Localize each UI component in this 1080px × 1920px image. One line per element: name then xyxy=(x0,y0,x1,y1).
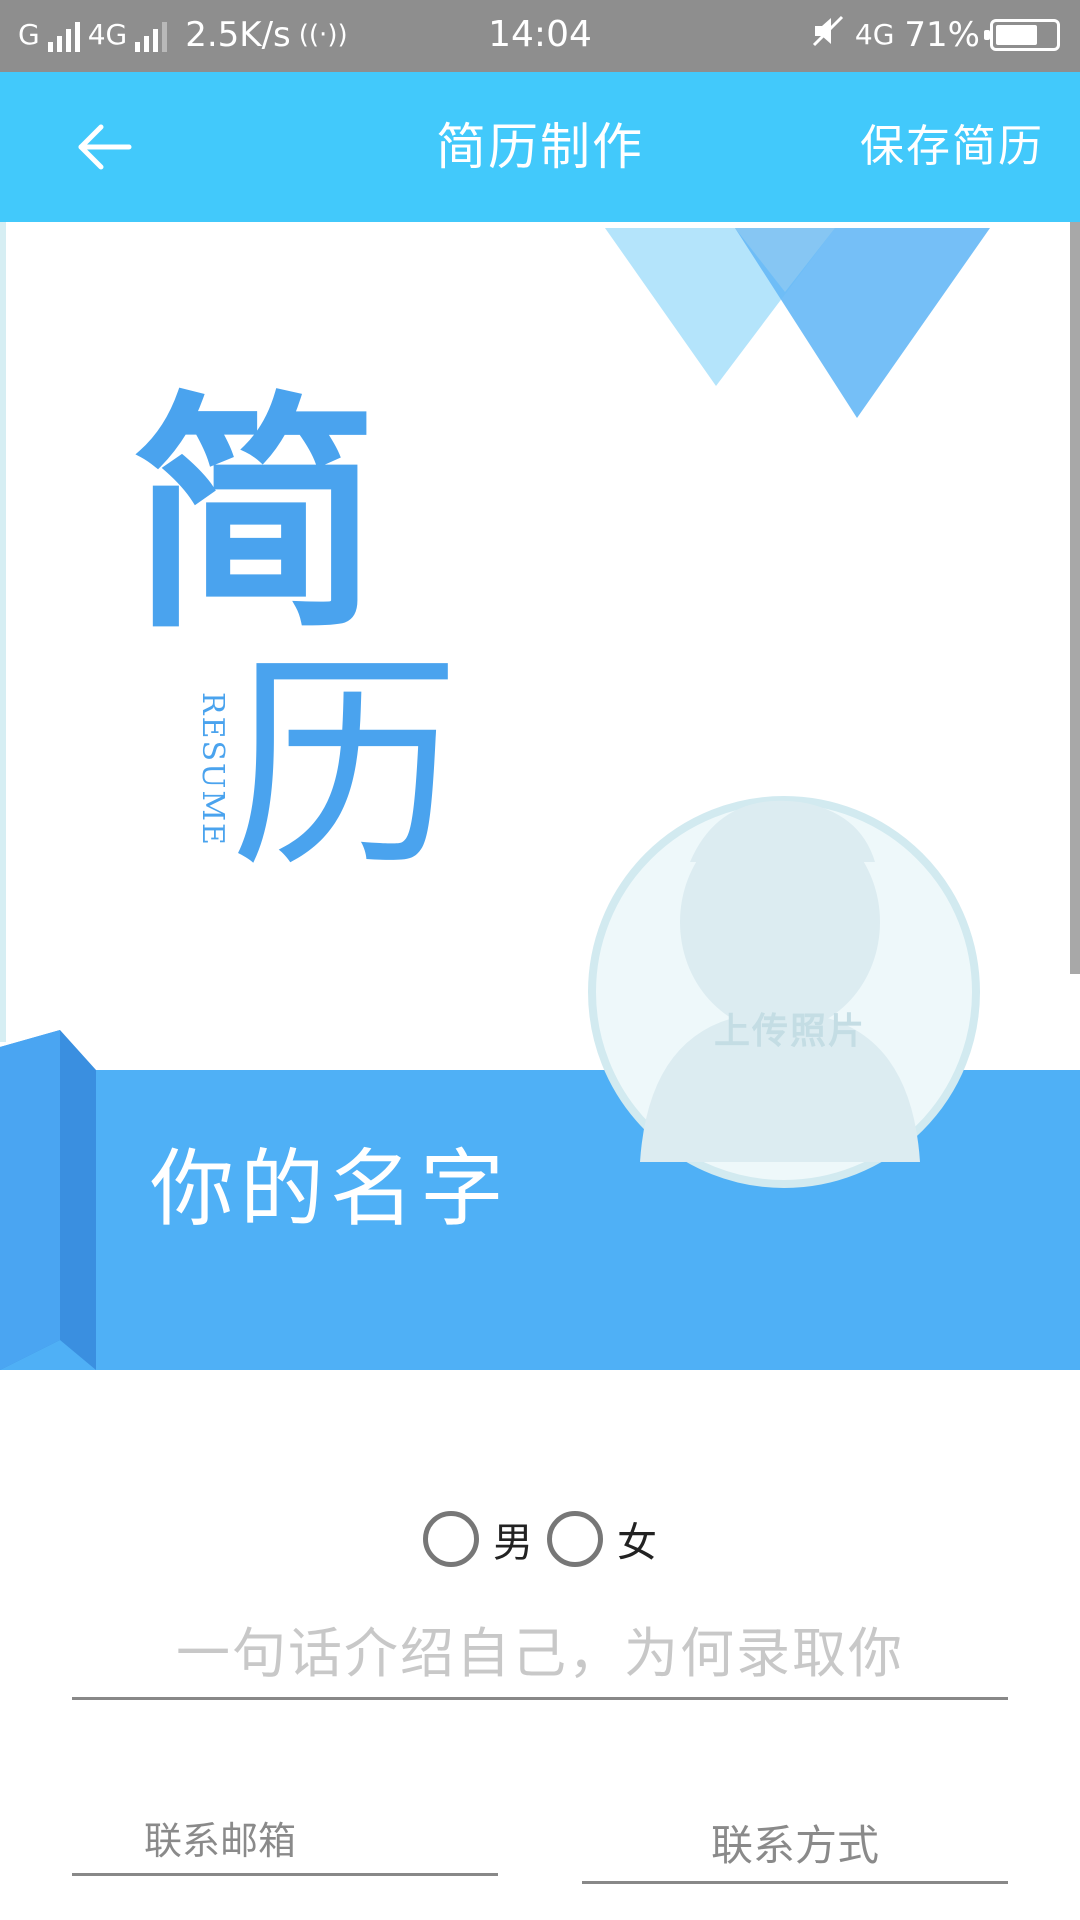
battery-icon xyxy=(984,19,1060,51)
resume-cover: 简 历 RESUME 上传照片 你的名字 xyxy=(0,222,1080,1428)
gender-selector: 男 女 xyxy=(0,1508,1080,1570)
network-type-right: 4G xyxy=(854,18,895,51)
radio-male[interactable] xyxy=(423,1511,479,1567)
scrollbar[interactable] xyxy=(1070,222,1080,974)
resume-word: RESUME xyxy=(195,692,230,847)
battery-percent: 71% xyxy=(904,15,980,55)
gender-label-female: 女 xyxy=(617,1520,657,1566)
left-edge xyxy=(0,222,6,1042)
status-bar: G 4G 2.5K/s ((·)) 14:04 4G 71% xyxy=(0,0,1080,72)
cover-title-char-2: 历 xyxy=(230,633,461,900)
status-right: 4G 71% xyxy=(811,14,1060,56)
upload-photo-button[interactable]: 上传照片 xyxy=(640,1002,940,1054)
radio-female[interactable] xyxy=(547,1511,603,1567)
app-bar: 简历制作 保存简历 xyxy=(0,72,1080,222)
email-input[interactable] xyxy=(72,1808,498,1876)
gender-option-male[interactable]: 男 xyxy=(423,1510,533,1568)
gender-option-female[interactable]: 女 xyxy=(547,1510,657,1568)
gender-label-male: 男 xyxy=(493,1520,533,1566)
contact-input[interactable] xyxy=(582,1810,1008,1884)
self-intro-input[interactable] xyxy=(72,1610,1008,1700)
name-field[interactable]: 你的名字 xyxy=(150,1122,510,1243)
save-resume-button[interactable]: 保存简历 xyxy=(860,72,1044,222)
cover-title-char-1: 简 xyxy=(130,371,380,662)
mute-icon xyxy=(811,14,845,57)
